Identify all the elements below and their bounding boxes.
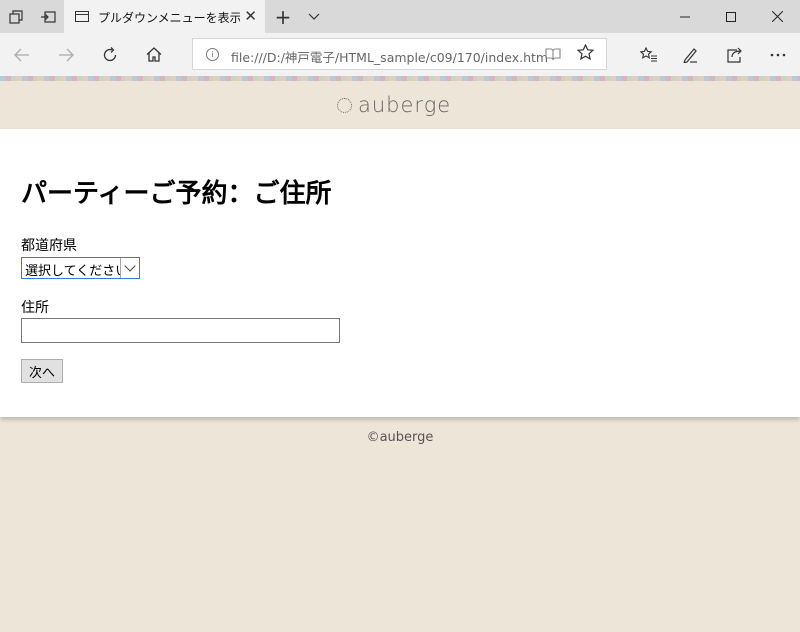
forward-arrow-icon[interactable] [44,33,88,76]
chevron-down-icon[interactable] [120,258,139,278]
reading-view-icon[interactable] [545,47,561,65]
next-button[interactable]: 次へ [21,359,63,383]
close-tab-icon[interactable]: ✕ [244,7,257,25]
form-panel: パーティーご予約：ご住所 都道府県 選択してください 住所 次へ [0,129,800,417]
page-icon [75,11,89,22]
address-label: 住所 [21,300,49,316]
tab-active[interactable]: プルダウンメニューを表示した ✕ [64,0,265,33]
set-aside-tabs-icon[interactable] [32,0,64,33]
new-tab-icon[interactable]: + [268,0,298,33]
prefecture-select[interactable]: 選択してください [21,257,140,279]
hub-icon[interactable] [626,33,670,76]
prefecture-label: 都道府県 [21,238,77,254]
logo-text: auberge [358,93,452,117]
address-bar[interactable]: i file:///D:/神戸電子/HTML_sample/c09/170/in… [192,38,607,70]
navigation-bar: i file:///D:/神戸電子/HTML_sample/c09/170/in… [0,33,800,76]
home-icon[interactable] [132,33,176,76]
prefecture-selected-value: 選択してください [25,264,129,279]
tab-preview-chevron-icon[interactable] [300,0,328,33]
share-icon[interactable] [712,33,756,76]
site-logo: auberge [337,93,451,117]
page-title: パーティーご予約：ご住所 [21,179,332,209]
star-icon[interactable] [576,43,595,66]
url-text[interactable]: file:///D:/神戸電子/HTML_sample/c09/170/inde… [231,47,548,66]
footer-copyright: ©auberge [366,430,434,445]
address-input[interactable] [21,318,340,343]
window-close-icon[interactable] [754,0,800,33]
minimize-icon[interactable] [662,0,708,33]
site-header: auberge [0,81,800,129]
maximize-icon[interactable] [708,0,754,33]
back-arrow-icon[interactable] [0,33,44,76]
info-icon[interactable]: i [206,48,219,61]
tab-manager-icon[interactable] [0,0,32,33]
logo-circle-icon [337,97,352,113]
pen-icon[interactable] [668,33,712,76]
more-icon[interactable] [756,33,800,76]
refresh-icon[interactable] [88,33,132,76]
tab-title: プルダウンメニューを表示した [98,11,240,25]
tab-bar: プルダウンメニューを表示した ✕ + [0,0,800,33]
